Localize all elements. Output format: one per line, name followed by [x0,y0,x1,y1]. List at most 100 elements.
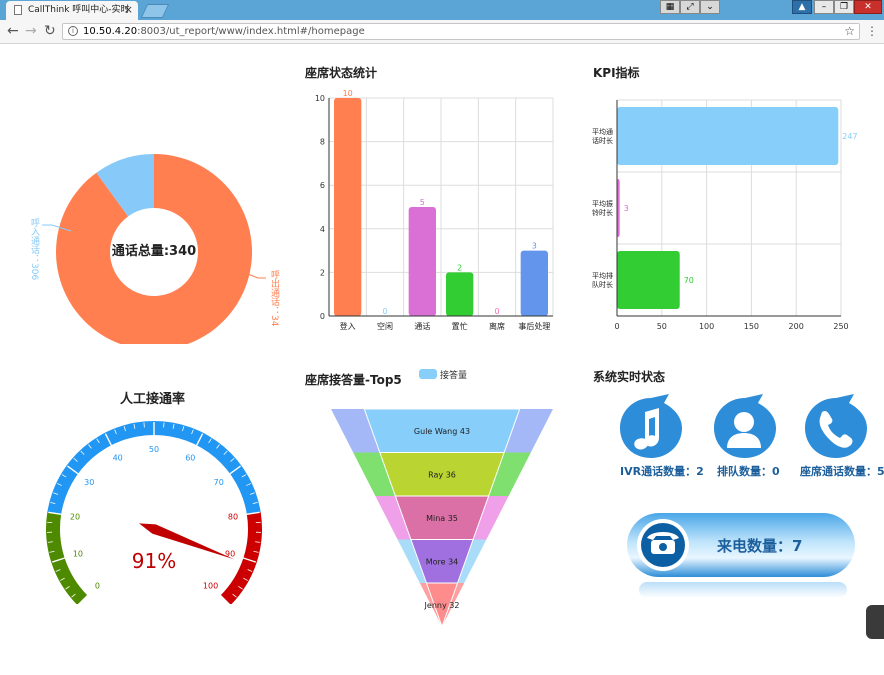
funnel-label: Ray 36 [428,470,456,479]
back-button[interactable]: ← [7,23,19,39]
page-icon [14,5,22,15]
bar-y-tick: 2 [320,268,325,277]
url-host: 10.50.4.20 [83,26,138,37]
agent-call-count-label: 座席通话数量： [800,465,877,478]
phone-icon [805,394,867,458]
outbound-label: 呼出通话：34 [269,270,280,327]
kpi-y-tick: 平均振 [592,199,613,208]
bar-x-tick: 登入 [340,321,356,331]
side-widget-handle[interactable] [866,605,884,639]
gauge-tick-label: 0 [95,582,100,591]
funnel-label: Mina 35 [426,514,458,523]
kpi-x-tick: 150 [744,322,759,331]
kpi-x-tick: 100 [699,322,714,331]
gauge-tick-label: 10 [73,550,83,559]
url-path: :8003/ut_report/www/index.html#/homepage [137,26,365,37]
bar-x-tick: 空闲 [377,321,393,331]
bar-value-label: 3 [532,242,537,251]
gauge-tick-label: 80 [228,512,238,521]
kpi-bar-chart: 247 3 70 0 50 100 150 200 250 平均通话时长平均振铃时长平均排队时长 [592,99,858,331]
browser-tab[interactable]: CallThink 呼叫中心-实时 × [6,1,138,20]
bar-x-tick: 置忙 [452,321,468,331]
funnel-label: More 34 [426,557,459,566]
bar-登入[interactable] [334,98,362,316]
system-status-title: 系统实时状态 [593,370,666,384]
bar-通话[interactable] [408,207,436,316]
bar-y-tick: 0 [320,312,325,321]
queue-count-label: 排队数量： [717,465,772,478]
kpi-y-tick: 平均通 [592,127,613,136]
kpi-y-tick: 话时长 [592,136,613,145]
address-bar[interactable]: i 10.50.4.20:8003/ut_report/www/index.ht… [62,23,860,40]
incoming-calls-value: 7 [792,537,802,555]
bar-value-label: 0 [382,307,387,316]
gauge-tick-label: 100 [203,582,218,591]
telephone-icon [647,532,679,554]
bar-事后处理[interactable] [520,250,548,316]
answer-rate-gauge: 0 10 20 30 40 50 60 70 80 90 100 91% [45,421,262,604]
status-chart-title: 座席状态统计 [305,66,378,80]
gauge-tick-label: 40 [113,454,123,463]
browser-tab-strip: CallThink 呼叫中心-实时 × ▦ ⤢ ⌄ ▲ – ❐ ✕ [0,0,884,20]
new-tab-button[interactable] [140,4,170,18]
restore-button[interactable]: ❐ [834,0,854,14]
bar-y-tick: 4 [320,225,325,234]
kpi-value-label: 70 [684,276,694,285]
bookmark-star-icon[interactable]: ☆ [844,24,855,39]
kpi-value-label: 3 [624,204,629,213]
kpi-y-tick: 平均排 [592,271,613,280]
music-note-icon [620,394,682,458]
kpi-y-tick: 队时长 [592,280,613,289]
keyboard-icon[interactable]: ▦ [660,0,680,14]
close-window-button[interactable]: ✕ [854,0,882,14]
kpi-chart-title: KPI指标 [593,66,640,80]
minimize-button[interactable]: – [814,0,834,14]
bar-x-tick: 离席 [489,321,505,331]
user-icon[interactable]: ▲ [792,0,812,14]
top5-chart-title: 座席接答量-Top5 [305,373,402,387]
gauge-tick-label: 30 [84,478,94,487]
kpi-bar-0[interactable] [617,107,839,165]
reload-button[interactable]: ↻ [44,23,56,39]
donut-center-label: 通话总量:340 [112,243,196,259]
browser-menu-icon[interactable]: ⋮ [866,24,878,38]
kpi-bar-2[interactable] [617,251,680,309]
gauge-tick-label: 50 [149,445,159,454]
bar-value-label: 10 [343,89,353,98]
ivr-count-label: IVR通话数量： [620,465,697,478]
info-icon[interactable]: i [68,26,78,36]
queue-count-value: 0 [772,465,780,478]
bar-y-tick: 6 [320,181,325,190]
funnel-label: Jenny 32 [424,601,460,610]
dashboard: 呼出通话：34 呼入通话：306 通话总量:340 座席状态统计 10 0 5 2 0 3 0… [0,44,884,675]
bar-value-label: 2 [457,263,462,272]
gauge-tick-label: 70 [214,478,224,487]
address-toolbar: ← → ↻ i 10.50.4.20:8003/ut_report/www/in… [0,20,884,44]
top5-legend-swatch[interactable] [419,369,437,379]
gauge-tick-label: 20 [70,512,80,521]
bar-value-label: 5 [420,198,425,207]
chevron-down-icon[interactable]: ⌄ [700,0,720,14]
outbound-leader-line [247,273,266,279]
bar-value-label: 0 [494,307,499,316]
top5-legend-label[interactable]: 接答量 [440,368,467,381]
bar-置忙[interactable] [446,272,474,316]
fullscreen-icon[interactable]: ⤢ [680,0,700,14]
incoming-calls-panel: 来电数量：7 [627,513,855,598]
forward-button[interactable]: → [25,23,37,39]
tab-close-icon[interactable]: × [124,1,133,19]
bar-y-tick: 10 [315,94,325,103]
bar-x-tick: 通话 [414,321,430,331]
kpi-x-tick: 200 [789,322,804,331]
bar-y-tick: 8 [320,138,325,147]
agent-call-count-value: 5 [877,465,884,478]
ivr-count-value: 2 [696,465,704,478]
inbound-label: 呼入通话：306 [29,218,40,281]
call-total-donut-chart: 呼出通话：34 呼入通话：306 通话总量:340 [29,154,280,344]
person-icon [714,394,776,458]
top5-funnel-chart: Gule Wang 43 Ray 36 Mina 35 More 34 Jenny 32 [331,408,553,628]
kpi-x-tick: 0 [614,322,619,331]
kpi-x-tick: 50 [657,322,667,331]
bar-x-tick: 事后处理 [518,321,550,331]
agent-status-bar-chart: 10 0 5 2 0 3 0 2 4 6 8 10 登入 空闲 通话 置忙 离席 事后处理 [315,89,554,331]
